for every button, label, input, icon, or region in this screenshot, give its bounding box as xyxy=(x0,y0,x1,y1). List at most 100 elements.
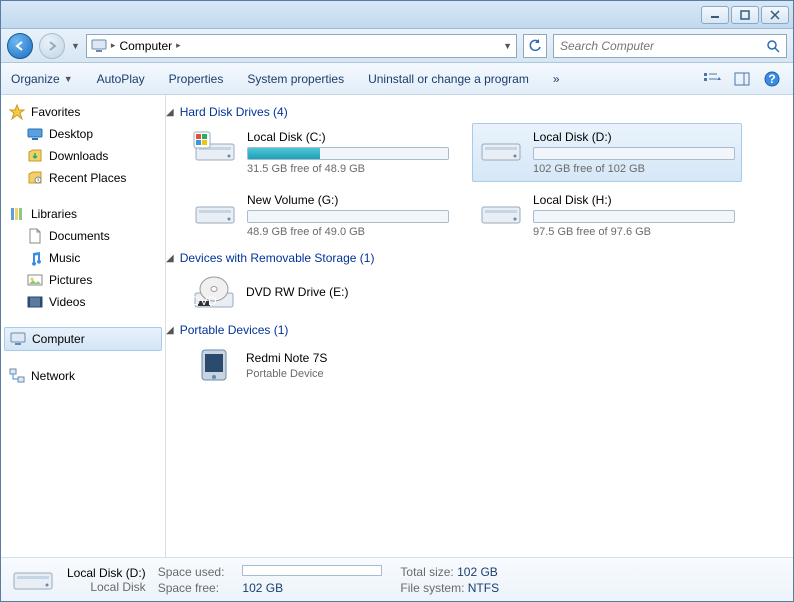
sidebar-item-videos[interactable]: Videos xyxy=(1,291,165,313)
view-options-button[interactable] xyxy=(701,69,723,89)
drive-item[interactable]: Local Disk (D:) 102 GB free of 102 GB xyxy=(472,123,742,182)
drive-icon xyxy=(11,563,55,597)
collapse-icon: ◢ xyxy=(166,253,174,264)
device-name: Redmi Note 7S xyxy=(246,351,327,365)
close-button[interactable] xyxy=(761,6,789,24)
device-name: DVD RW Drive (E:) xyxy=(246,285,348,299)
removable-item[interactable]: DVD DVD RW Drive (E:) xyxy=(186,269,456,317)
dvd-icon: DVD xyxy=(192,275,236,311)
maximize-button[interactable] xyxy=(731,6,759,24)
sidebar-item-music[interactable]: Music xyxy=(1,247,165,269)
details-pane: Local Disk (D:) Local Disk Space used: T… xyxy=(1,557,793,601)
collapse-icon: ◢ xyxy=(166,325,174,336)
system-properties-button[interactable]: System properties xyxy=(247,72,344,86)
computer-icon xyxy=(91,38,107,54)
space-used-bar xyxy=(242,565,382,579)
drive-free-text: 31.5 GB free of 48.9 GB xyxy=(247,163,449,175)
sidebar-item-desktop[interactable]: Desktop xyxy=(1,123,165,145)
search-input[interactable] xyxy=(560,39,766,53)
forward-button[interactable] xyxy=(39,33,65,59)
portable-device-icon xyxy=(192,347,236,383)
drive-usage-bar xyxy=(247,147,449,160)
sidebar-item-downloads[interactable]: Downloads xyxy=(1,145,165,167)
drive-usage-bar xyxy=(533,210,735,223)
portable-item[interactable]: Redmi Note 7S Portable Device xyxy=(186,341,456,389)
more-commands-button[interactable]: » xyxy=(553,72,560,86)
drive-name: Local Disk (H:) xyxy=(533,193,735,207)
sidebar-item-documents[interactable]: Documents xyxy=(1,225,165,247)
drive-icon xyxy=(479,193,523,229)
collapse-icon: ◢ xyxy=(166,107,174,118)
total-size-value: 102 GB xyxy=(457,565,498,579)
preview-pane-button[interactable] xyxy=(731,69,753,89)
drive-name: New Volume (G:) xyxy=(247,193,449,207)
search-icon xyxy=(766,39,780,53)
sidebar-item-network[interactable]: Network xyxy=(1,365,165,387)
videos-icon xyxy=(27,294,43,310)
drive-name: Local Disk (D:) xyxy=(533,130,735,144)
svg-text:DVD: DVD xyxy=(192,294,217,308)
drive-icon xyxy=(193,130,237,166)
organize-button[interactable]: Organize ▼ xyxy=(11,72,73,86)
libraries-group[interactable]: Libraries xyxy=(1,203,165,225)
favorites-group[interactable]: Favorites xyxy=(1,101,165,123)
back-button[interactable] xyxy=(7,33,33,59)
network-label: Network xyxy=(31,369,75,383)
uninstall-button[interactable]: Uninstall or change a program xyxy=(368,72,529,86)
total-size-label: Total size: xyxy=(400,565,453,579)
libraries-label: Libraries xyxy=(31,207,77,221)
section-portable[interactable]: ◢Portable Devices (1) xyxy=(166,317,783,341)
svg-text:?: ? xyxy=(768,72,775,86)
downloads-icon xyxy=(27,148,43,164)
filesystem-value: NTFS xyxy=(468,581,499,595)
breadcrumb-item[interactable]: Computer xyxy=(119,39,172,53)
section-removable[interactable]: ◢Devices with Removable Storage (1) xyxy=(166,245,783,269)
drive-free-text: 102 GB free of 102 GB xyxy=(533,163,735,175)
desktop-icon xyxy=(27,126,43,142)
drive-usage-bar xyxy=(247,210,449,223)
space-used-label: Space used: xyxy=(158,565,225,579)
properties-button[interactable]: Properties xyxy=(169,72,224,86)
details-name: Local Disk (D:) xyxy=(67,566,146,580)
search-box[interactable] xyxy=(553,34,787,58)
sidebar-item-recent[interactable]: Recent Places xyxy=(1,167,165,189)
favorites-icon xyxy=(9,104,25,120)
music-icon xyxy=(27,250,43,266)
content-pane: ◢Hard Disk Drives (4) Local Disk (C:) 31… xyxy=(166,95,793,557)
nav-bar: ▼ ▸ Computer ▸ ▼ xyxy=(1,29,793,63)
documents-icon xyxy=(27,228,43,244)
drive-item[interactable]: Local Disk (H:) 97.5 GB free of 97.6 GB xyxy=(472,186,742,245)
history-dropdown-icon[interactable]: ▼ xyxy=(71,41,80,51)
sidebar-item-computer[interactable]: Computer xyxy=(4,327,162,351)
drive-free-text: 97.5 GB free of 97.6 GB xyxy=(533,226,735,238)
drive-usage-bar xyxy=(533,147,735,160)
breadcrumb-chevron-icon[interactable]: ▸ xyxy=(176,40,181,51)
window-titlebar xyxy=(1,1,793,29)
drive-icon xyxy=(479,130,523,166)
refresh-button[interactable] xyxy=(523,34,547,58)
filesystem-label: File system: xyxy=(400,581,464,595)
minimize-button[interactable] xyxy=(701,6,729,24)
drive-item[interactable]: New Volume (G:) 48.9 GB free of 49.0 GB xyxy=(186,186,456,245)
drive-name: Local Disk (C:) xyxy=(247,130,449,144)
address-dropdown-icon[interactable]: ▼ xyxy=(503,41,512,51)
space-free-value: 102 GB xyxy=(242,581,382,595)
breadcrumb-chevron-icon[interactable]: ▸ xyxy=(111,40,116,51)
drive-free-text: 48.9 GB free of 49.0 GB xyxy=(247,226,449,238)
help-button[interactable]: ? xyxy=(761,69,783,89)
details-type: Local Disk xyxy=(67,580,146,594)
libraries-icon xyxy=(9,206,25,222)
navigation-pane: Favorites Desktop Downloads Recent Place… xyxy=(1,95,166,557)
drive-item[interactable]: Local Disk (C:) 31.5 GB free of 48.9 GB xyxy=(186,123,456,182)
drive-icon xyxy=(193,193,237,229)
network-icon xyxy=(9,368,25,384)
command-bar: Organize ▼ AutoPlay Properties System pr… xyxy=(1,63,793,95)
address-bar[interactable]: ▸ Computer ▸ ▼ xyxy=(86,34,517,58)
sidebar-item-pictures[interactable]: Pictures xyxy=(1,269,165,291)
favorites-label: Favorites xyxy=(31,105,80,119)
pictures-icon xyxy=(27,272,43,288)
section-hdd[interactable]: ◢Hard Disk Drives (4) xyxy=(166,99,783,123)
device-subtitle: Portable Device xyxy=(246,368,327,380)
space-free-label: Space free: xyxy=(158,581,225,595)
autoplay-button[interactable]: AutoPlay xyxy=(97,72,145,86)
